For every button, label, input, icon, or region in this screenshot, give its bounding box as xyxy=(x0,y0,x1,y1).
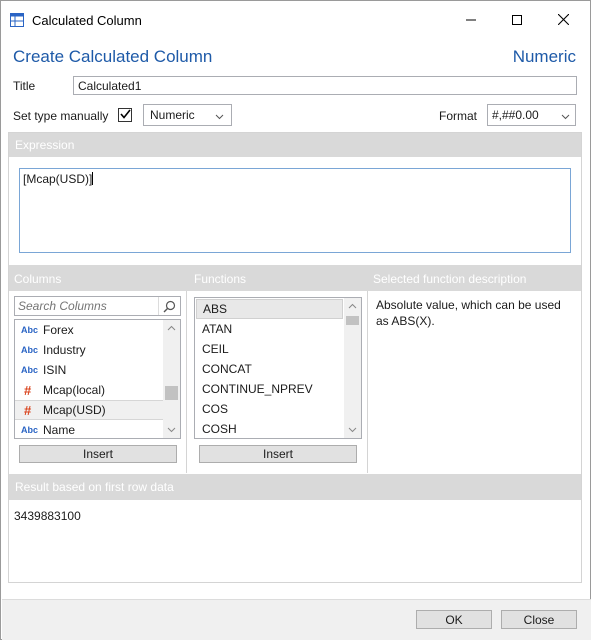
list-item[interactable]: Abc Forex xyxy=(15,320,164,340)
text-type-icon: Abc xyxy=(21,345,39,355)
text-type-icon: Abc xyxy=(21,325,39,335)
functions-scrollbar[interactable] xyxy=(344,298,361,438)
divider xyxy=(367,291,368,473)
maximize-button[interactable] xyxy=(494,5,540,37)
list-item[interactable]: CONCAT xyxy=(196,359,343,379)
expression-header-label: Expression xyxy=(15,138,75,152)
type-select[interactable]: Numeric xyxy=(143,104,232,126)
column-type-heading: Numeric xyxy=(512,47,576,66)
search-columns-input[interactable] xyxy=(15,299,158,313)
insert-column-button[interactable]: Insert xyxy=(19,445,177,463)
columns-header-label: Columns xyxy=(14,272,62,286)
dialog-footer: OK Close xyxy=(2,599,591,640)
column-name: Mcap(USD) xyxy=(43,403,106,417)
list-item[interactable]: COS xyxy=(196,399,343,419)
list-item-selected[interactable]: # Mcap(USD) xyxy=(15,400,164,420)
format-select[interactable]: #,##0.00 xyxy=(487,104,576,126)
close-window-button[interactable] xyxy=(540,5,586,37)
column-name: Forex xyxy=(43,323,74,337)
chevron-down-icon xyxy=(561,110,571,120)
expression-editor[interactable]: [Mcap(USD)] xyxy=(19,168,571,253)
list-item-selected[interactable]: ABS xyxy=(196,299,343,319)
window-title: Calculated Column xyxy=(32,13,142,28)
maximize-icon xyxy=(512,14,522,28)
column-name: Industry xyxy=(43,343,86,357)
list-item[interactable]: ATAN xyxy=(196,319,343,339)
minimize-button[interactable] xyxy=(448,5,494,37)
calculated-column-dialog: Calculated Column Create Calculated Colu… xyxy=(0,0,591,640)
scroll-up-icon[interactable] xyxy=(344,298,361,315)
column-name: ISIN xyxy=(43,363,67,377)
format-label: Format xyxy=(439,109,478,123)
set-type-label: Set type manually xyxy=(13,109,109,123)
close-button[interactable]: Close xyxy=(501,610,577,629)
set-type-checkbox[interactable] xyxy=(118,108,132,122)
text-type-icon: Abc xyxy=(21,425,39,435)
minimize-icon xyxy=(466,14,476,28)
functions-header-label: Functions xyxy=(194,272,247,286)
column-name: Name xyxy=(43,423,76,437)
list-item[interactable]: Abc ISIN xyxy=(15,360,164,380)
table-app-icon xyxy=(10,13,24,27)
result-header-label: Result based on first row data xyxy=(15,480,174,494)
expression-text: [Mcap(USD)] xyxy=(23,172,93,186)
scroll-down-icon[interactable] xyxy=(344,421,361,438)
column-search xyxy=(14,296,181,316)
type-select-value: Numeric xyxy=(150,108,195,122)
scroll-up-icon[interactable] xyxy=(163,320,180,337)
functions-list-items: ABS ATAN CEIL CONCAT CONTINUE_NPREV COS … xyxy=(196,299,343,438)
result-value: 3439883100 xyxy=(14,509,81,523)
number-type-icon: # xyxy=(24,402,32,418)
list-item[interactable]: CEIL xyxy=(196,339,343,359)
list-item[interactable]: Abc Industry xyxy=(15,340,164,360)
checkmark-icon xyxy=(119,108,131,122)
text-type-icon: Abc xyxy=(21,365,39,375)
column-name: Mcap(local) xyxy=(43,383,106,397)
description-header-label: Selected function description xyxy=(373,272,527,286)
list-item[interactable]: Abc Name xyxy=(15,420,164,438)
columns-list-items: Abc Forex Abc Industry Abc ISIN # Mcap(local… xyxy=(15,320,164,438)
text-caret xyxy=(92,172,94,185)
lower-section-header: Columns Functions Selected function desc… xyxy=(9,265,581,291)
number-type-icon: # xyxy=(24,382,32,398)
functions-list: ABS ATAN CEIL CONCAT CONTINUE_NPREV COS … xyxy=(194,297,362,439)
search-icon[interactable] xyxy=(158,297,180,315)
title-input[interactable] xyxy=(73,76,577,95)
ok-button[interactable]: OK xyxy=(416,610,492,629)
close-icon xyxy=(557,13,569,28)
columns-list: Abc Forex Abc Industry Abc ISIN # Mcap(local… xyxy=(14,319,181,439)
divider xyxy=(186,291,187,473)
scroll-thumb[interactable] xyxy=(165,386,178,400)
chevron-down-icon xyxy=(215,110,225,120)
list-item[interactable]: # Mcap(local) xyxy=(15,380,164,400)
dialog-heading: Create Calculated Column xyxy=(13,47,213,66)
expression-header: Expression xyxy=(9,133,581,157)
list-item[interactable]: COSH xyxy=(196,419,343,438)
format-select-value: #,##0.00 xyxy=(492,108,539,122)
insert-function-button[interactable]: Insert xyxy=(199,445,357,463)
columns-scrollbar[interactable] xyxy=(163,320,180,438)
result-header: Result based on first row data xyxy=(9,474,581,500)
scroll-thumb[interactable] xyxy=(346,316,359,325)
function-description: Absolute value, which can be used as ABS… xyxy=(376,298,561,328)
scroll-down-icon[interactable] xyxy=(163,421,180,438)
title-label: Title xyxy=(13,79,36,93)
title-bar: Calculated Column xyxy=(1,1,590,41)
list-item[interactable]: CONTINUE_NPREV xyxy=(196,379,343,399)
